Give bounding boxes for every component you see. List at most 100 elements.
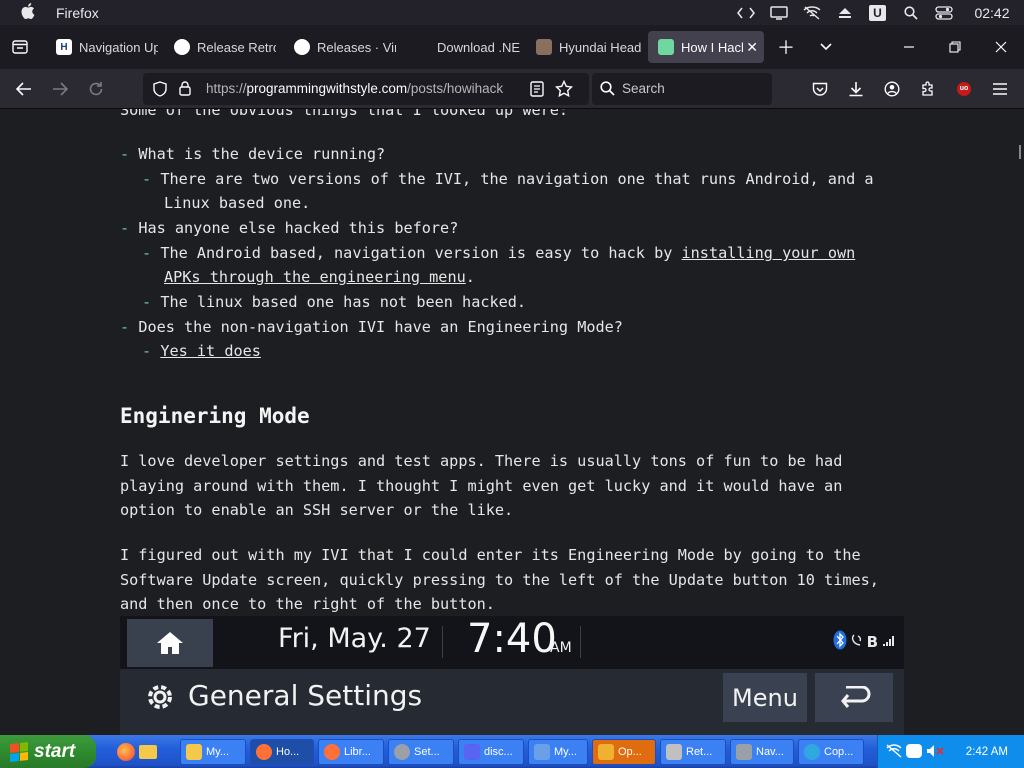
start-button[interactable]: start [0,735,96,768]
extensions-puzzle-icon[interactable] [914,75,942,103]
taskbar-item-open-flashing[interactable]: Op... [592,739,656,765]
taskbar-clock[interactable]: 2:42 AM [966,746,1008,758]
paragraph-line: option to enable an SSH server or the li… [120,501,514,519]
taskbar-item-label: Cop... [824,746,854,758]
bullet-dash: - [120,318,130,336]
hamburger-menu-icon[interactable] [986,75,1014,103]
active-app-name[interactable]: Firefox [56,5,99,21]
gear-icon [144,681,176,717]
apple-menu-icon[interactable] [0,2,56,23]
taskbar-item-label: My... [206,746,230,758]
tab-how-i-hack[interactable]: How I Hack ✕ [648,31,764,63]
tab-release-retroe[interactable]: Release RetroE [164,31,276,63]
installing-apks-link[interactable]: installing your own [682,244,856,262]
search-icon [600,81,615,99]
phone-call-icon [851,633,863,651]
firefox-icon [324,744,340,760]
taskbar-item-discord[interactable]: disc... [458,739,524,765]
taskbar-item-my-documents[interactable]: My... [180,739,246,765]
taskbar-item-my-computer[interactable]: My... [528,739,588,765]
engineering-menu-link[interactable]: APKs through the engineering menu [164,268,466,286]
list-item-text: What is the device running? [138,145,386,163]
tab-download-dotnet[interactable]: Download .NE [404,31,524,63]
ublock-origin-icon[interactable]: uo [950,75,978,103]
firefox-icon [256,744,272,760]
list-item-text: There are two versions of the IVI, the n… [160,170,874,188]
list-item-continuation: APKs through the engineering menu. [164,268,475,286]
paragraph-line: I love developer settings and test apps.… [120,452,843,470]
control-center-icon[interactable] [927,0,960,25]
start-label: start [34,740,76,762]
firefox-quicklaunch-icon[interactable] [117,743,135,761]
spotlight-search-icon[interactable] [894,0,927,25]
list-item-text: . [465,268,475,286]
search-bar[interactable]: Search [592,73,772,105]
eject-icon[interactable] [828,0,861,25]
new-tab-plus-icon[interactable]: ＋ [772,33,800,61]
account-icon[interactable] [878,75,906,103]
ivi-date: Fri, May. 27 [278,623,431,654]
input-u-icon[interactable]: U [861,0,894,25]
url-scheme: https:// [206,81,247,96]
taskbar-item-firefox-active[interactable]: Ho... [250,739,314,765]
navigation-toolbar: https://programmingwithstyle.com/posts/h… [0,69,1024,109]
restore-window-icon[interactable] [941,33,969,61]
reader-view-icon[interactable] [530,81,544,102]
close-tab-icon[interactable]: ✕ [746,39,758,56]
url-text[interactable]: https://programmingwithstyle.com/posts/h… [206,81,521,96]
ivi-ampm: AM [550,640,572,656]
edge-icon [804,744,820,760]
taskbar-item-label: disc... [484,746,513,758]
tab-hyundai-head[interactable]: Hyundai Head [526,31,642,63]
bluetooth-icon [833,630,847,654]
downloads-icon[interactable] [842,75,870,103]
signal-strength-icon [882,633,896,651]
volume-muted-icon[interactable] [926,744,944,761]
tab-releases-vina[interactable]: Releases · VinA [284,31,396,63]
folder-quicklaunch-icon[interactable] [139,743,157,761]
app-icon [666,744,682,760]
forward-arrow-icon[interactable] [46,75,74,103]
back-arrow-icon[interactable] [10,75,38,103]
scrollbar-thumb[interactable] [1019,145,1021,159]
tab-label: Hyundai Head [559,39,642,55]
article-text-line: Some of the obvious things that I looked… [120,109,569,119]
taskbar-item-copilot[interactable]: Cop... [798,739,864,765]
taskbar-item-retroarch[interactable]: Ret... [660,739,726,765]
padlock-icon[interactable] [179,81,191,101]
code-icon[interactable] [729,0,762,25]
bullet-dash: - [142,342,152,360]
paragraph-line: Software Update screen, quickly pressing… [120,571,879,589]
list-item: - The Android based, navigation version … [142,244,855,262]
pocket-icon[interactable] [806,75,834,103]
firefox-view-icon[interactable] [6,33,34,61]
menubar-clock[interactable]: 02:42 [960,5,1024,21]
list-all-tabs-chevron-icon[interactable] [812,33,840,61]
tab-navigation-updates[interactable]: H Navigation Up [46,31,158,63]
minimize-window-icon[interactable] [895,33,923,61]
reload-icon[interactable] [82,75,110,103]
bookmark-star-icon[interactable] [554,79,574,102]
network-off-icon[interactable] [886,744,902,761]
ivi-status-icons: B [833,630,896,654]
tab-label: Release RetroE [197,39,276,55]
discord-tray-icon[interactable] [906,744,922,758]
ivi-status-bar: Fri, May. 27 7:40 AM B [120,616,904,669]
ivi-time: 7:40 [467,616,557,662]
back-return-icon [815,673,893,722]
yes-it-does-link[interactable]: Yes it does [160,342,261,360]
tab-label: Releases · VinA [317,39,396,55]
taskbar-item-navigation[interactable]: Nav... [730,739,794,765]
close-window-icon[interactable] [987,33,1015,61]
bullet-dash: - [120,145,130,163]
list-item: - Has anyone else hacked this before? [120,219,458,237]
taskbar-item-settings[interactable]: Set... [388,739,454,765]
wifi-off-icon[interactable] [795,0,828,25]
list-item: - There are two versions of the IVI, the… [142,170,874,188]
url-bar[interactable]: https://programmingwithstyle.com/posts/h… [143,73,589,105]
home-icon [127,619,213,667]
taskbar-item-library[interactable]: Libr... [318,739,384,765]
tracking-protection-shield-icon[interactable] [153,81,167,102]
display-icon[interactable] [762,0,795,25]
list-item: - The linux based one has not been hacke… [142,293,526,311]
